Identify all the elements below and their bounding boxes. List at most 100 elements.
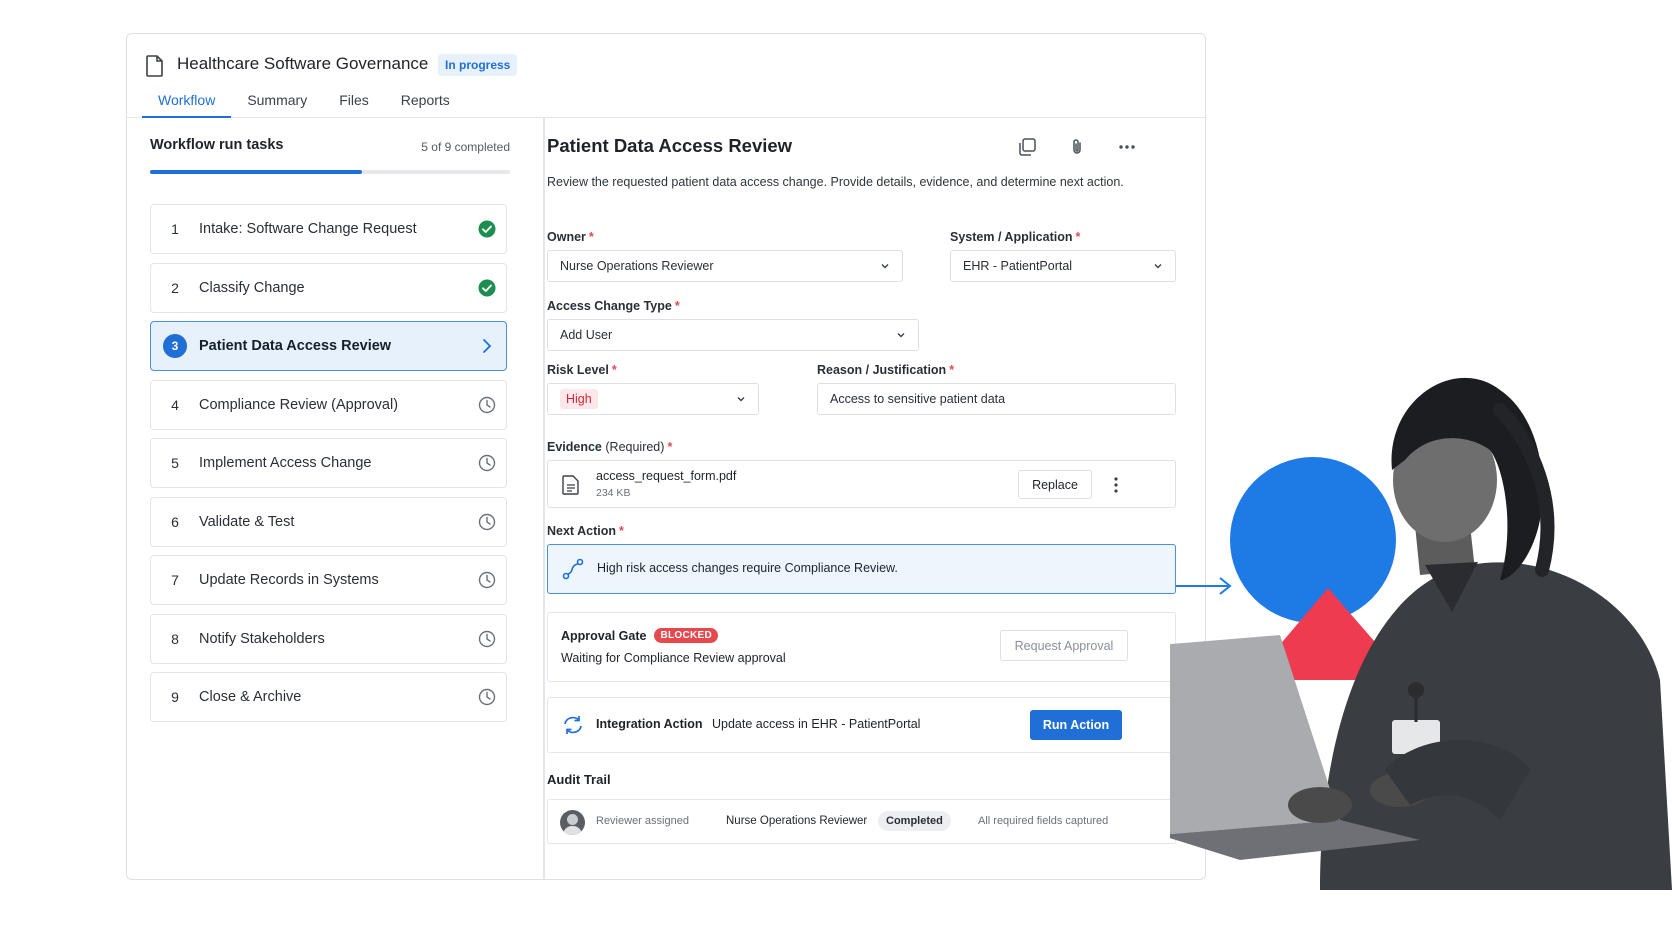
task-label: Close & Archive [199,689,302,705]
risk-select[interactable]: High [547,383,759,415]
next-action-message: High risk access changes require Complia… [597,561,898,575]
task-item[interactable]: 6 Validate & Test [150,497,507,547]
next-action-label: Next Action * [547,524,624,538]
task-item[interactable]: 4 Compliance Review (Approval) [150,380,507,430]
task-item[interactable]: 8 Notify Stakeholders [150,614,507,664]
audit-trail-title: Audit Trail [547,772,611,787]
chevron-right-icon [468,338,506,354]
task-item[interactable]: 5 Implement Access Change [150,438,507,488]
task-number-badge: 3 [163,334,187,358]
detail-description: Review the requested patient data access… [547,175,1124,189]
blue-circle-shape [1230,457,1396,623]
task-number: 9 [171,689,179,705]
document-icon [146,55,163,77]
tab-bar: Workflow Summary Files Reports [142,92,466,118]
audit-event: Reviewer assigned [596,815,689,827]
risk-label: Risk Level * [547,363,617,377]
audit-status-badge: Completed [878,811,951,831]
detail-actions [1017,137,1137,157]
integration-message: Update access in EHR - PatientPortal [712,717,921,731]
task-number: 1 [171,221,179,237]
copy-icon[interactable] [1017,137,1037,157]
sync-icon [564,716,582,734]
clock-icon [468,513,506,531]
audit-note: All required fields captured [978,815,1109,827]
avatar [560,810,585,835]
task-item[interactable]: 9 Close & Archive [150,672,507,722]
app-window: Healthcare Software Governance In progre… [126,33,1206,880]
request-approval-button[interactable]: Request Approval [1000,630,1128,661]
task-number: 3 [151,334,199,358]
task-label: Intake: Software Change Request [199,221,417,237]
system-label: System / Application * [950,230,1081,244]
evidence-label: Evidence (Required) * [547,440,673,454]
access-type-select[interactable]: Add User [547,319,919,351]
reason-label: Reason / Justification * [817,363,955,377]
tasks-count: 5 of 9 completed [421,140,510,154]
more-icon[interactable] [1117,137,1137,157]
owner-label: Owner * [547,230,594,244]
task-number: 2 [171,280,179,296]
reason-value: Access to sensitive patient data [830,392,1006,406]
approval-gate-card: Approval Gate BLOCKED Waiting for Compli… [547,612,1176,682]
tab-files[interactable]: Files [323,92,385,118]
task-label: Patient Data Access Review [199,338,392,354]
risk-value: High [560,389,598,409]
owner-value: Nurse Operations Reviewer [560,259,714,273]
evidence-file-name: access_request_form.pdf [596,469,737,483]
chevron-down-icon [881,264,889,269]
evidence-file-size: 234 KB [596,487,631,499]
task-label: Classify Change [199,280,305,296]
clock-icon [468,688,506,706]
task-label: Compliance Review (Approval) [199,397,399,413]
status-badge: In progress [438,54,518,76]
task-item[interactable]: 1 Intake: Software Change Request [150,204,507,254]
attachment-icon[interactable] [1067,137,1087,157]
task-number: 5 [171,455,179,471]
chevron-down-icon [737,397,745,402]
audit-actor: Nurse Operations Reviewer [726,815,868,827]
reason-input[interactable]: Access to sensitive patient data [817,383,1176,415]
tab-workflow[interactable]: Workflow [142,92,232,118]
approval-gate-title: Approval Gate [561,628,647,643]
task-number: 7 [171,572,179,588]
approval-gate-message: Waiting for Compliance Review approval [561,651,786,665]
tab-summary[interactable]: Summary [231,92,323,118]
task-label: Update Records in Systems [199,572,379,588]
chevron-down-icon [897,333,905,338]
run-action-button[interactable]: Run Action [1030,710,1122,740]
system-value: EHR - PatientPortal [963,259,1073,273]
integration-title: Integration Action [596,717,703,731]
nurse-illustration [1170,377,1672,890]
clock-icon [468,454,506,472]
task-item[interactable]: 2 Classify Change [150,263,507,313]
audit-trail-row: Reviewer assigned Nurse Operations Revie… [547,799,1176,844]
tasks-progress-bar [150,170,510,174]
clock-icon [468,396,506,414]
access-type-label: Access Change Type * [547,299,680,313]
chevron-down-icon [1154,264,1162,269]
tab-reports[interactable]: Reports [385,92,466,118]
clock-icon [468,571,506,589]
app-title: Healthcare Software Governance [177,54,429,73]
evidence-file-card: access_request_form.pdf 234 KB Replace [547,460,1176,508]
task-number: 6 [171,514,179,530]
detail-title: Patient Data Access Review [547,135,793,156]
task-item[interactable]: 7 Update Records in Systems [150,555,507,605]
file-icon [562,475,579,495]
check-circle-icon [468,279,506,297]
integration-action-card: Integration Action Update access in EHR … [547,697,1176,753]
pane-divider [543,118,545,879]
blocked-badge: BLOCKED [654,628,718,643]
task-number: 8 [171,631,179,647]
task-item[interactable]: 3 Patient Data Access Review [150,321,507,371]
task-number: 4 [171,397,179,413]
owner-select[interactable]: Nurse Operations Reviewer [547,250,903,282]
route-icon [562,558,584,580]
system-select[interactable]: EHR - PatientPortal [950,250,1176,282]
access-type-value: Add User [560,328,613,342]
kebab-menu-icon[interactable] [1112,475,1120,495]
task-label: Validate & Test [199,514,295,530]
app-header: Healthcare Software Governance In progre… [127,34,1205,118]
replace-button[interactable]: Replace [1018,470,1092,499]
